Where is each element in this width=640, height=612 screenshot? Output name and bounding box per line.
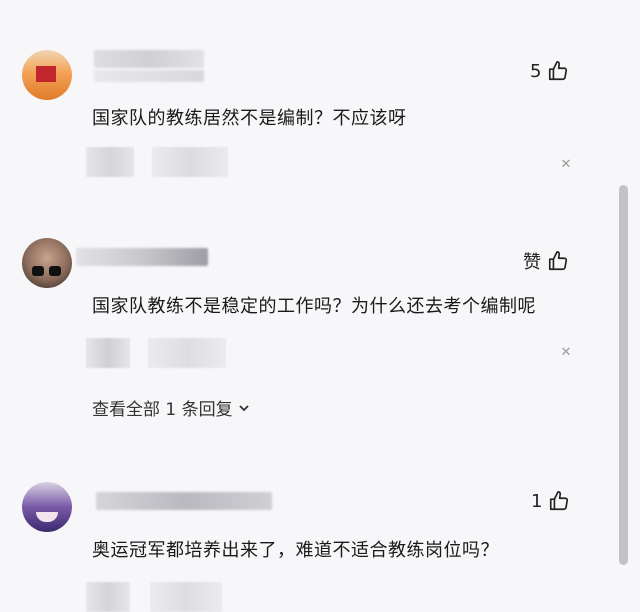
comment-item: 1 奥运冠军都培养出来了，难道不适合教练岗位吗？ xyxy=(0,0,600,612)
username[interactable] xyxy=(96,492,272,510)
like-count: 1 xyxy=(531,490,543,512)
thumbs-up-icon xyxy=(550,491,569,511)
comment-time xyxy=(86,582,130,612)
like-button[interactable]: 1 xyxy=(531,490,570,512)
scrollbar[interactable] xyxy=(619,185,628,565)
comment-text: 奥运冠军都培养出来了，难道不适合教练岗位吗？ xyxy=(92,540,499,561)
comment-location xyxy=(150,582,222,612)
avatar[interactable] xyxy=(22,482,72,532)
